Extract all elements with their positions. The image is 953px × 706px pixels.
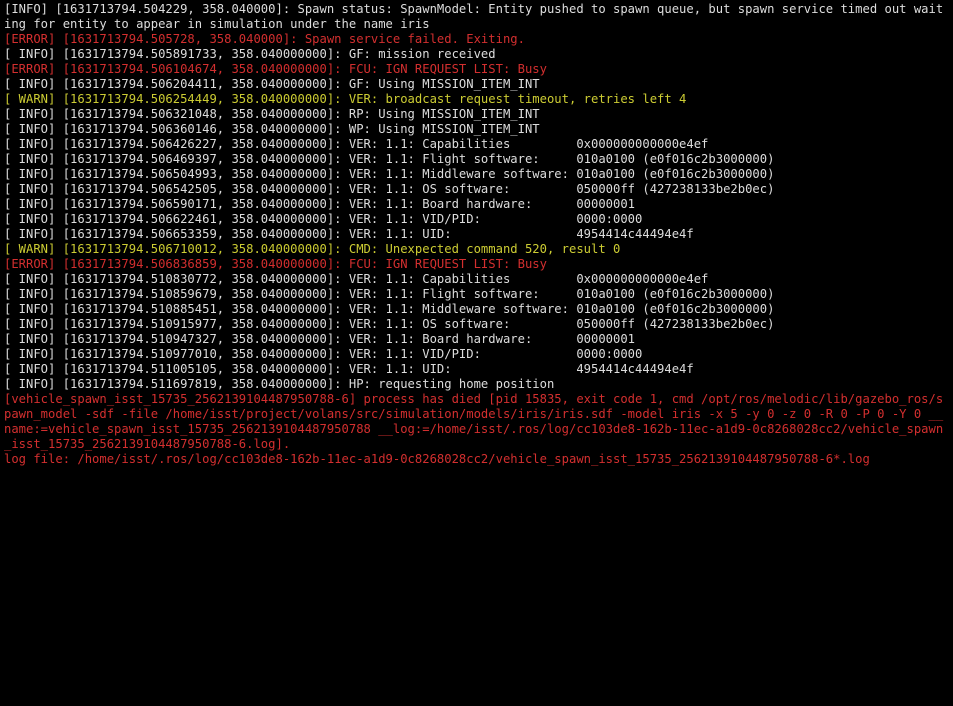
log-line: log file: /home/isst/.ros/log/cc103de8-1…	[4, 452, 949, 467]
log-line: [ INFO] [1631713794.506653359, 358.04000…	[4, 227, 949, 242]
log-line: [ INFO] [1631713794.510885451, 358.04000…	[4, 302, 949, 317]
log-line: [ INFO] [1631713794.506590171, 358.04000…	[4, 197, 949, 212]
log-line: [ INFO] [1631713794.506360146, 358.04000…	[4, 122, 949, 137]
log-line: [ INFO] [1631713794.506469397, 358.04000…	[4, 152, 949, 167]
log-line: [ INFO] [1631713794.510977010, 358.04000…	[4, 347, 949, 362]
terminal-output[interactable]: [INFO] [1631713794.504229, 358.040000]: …	[0, 0, 953, 469]
log-line: [ INFO] [1631713794.511697819, 358.04000…	[4, 377, 949, 392]
log-line: [ INFO] [1631713794.510915977, 358.04000…	[4, 317, 949, 332]
log-line: [INFO] [1631713794.504229, 358.040000]: …	[4, 2, 949, 32]
log-line: [ INFO] [1631713794.506622461, 358.04000…	[4, 212, 949, 227]
log-line: [ WARN] [1631713794.506710012, 358.04000…	[4, 242, 949, 257]
log-line: [vehicle_spawn_isst_15735_25621391044879…	[4, 392, 949, 452]
log-line: [ INFO] [1631713794.506426227, 358.04000…	[4, 137, 949, 152]
log-line: [ WARN] [1631713794.506254449, 358.04000…	[4, 92, 949, 107]
log-line: [ INFO] [1631713794.511005105, 358.04000…	[4, 362, 949, 377]
log-line: [ INFO] [1631713794.506204411, 358.04000…	[4, 77, 949, 92]
log-line: [ INFO] [1631713794.506504993, 358.04000…	[4, 167, 949, 182]
log-line: [ERROR] [1631713794.505728, 358.040000]:…	[4, 32, 949, 47]
log-line: [ERROR] [1631713794.506104674, 358.04000…	[4, 62, 949, 77]
log-line: [ INFO] [1631713794.510830772, 358.04000…	[4, 272, 949, 287]
log-line: [ INFO] [1631713794.510859679, 358.04000…	[4, 287, 949, 302]
log-line: [ INFO] [1631713794.506321048, 358.04000…	[4, 107, 949, 122]
log-line: [ INFO] [1631713794.506542505, 358.04000…	[4, 182, 949, 197]
log-line: [ INFO] [1631713794.510947327, 358.04000…	[4, 332, 949, 347]
log-line: [ERROR] [1631713794.506836859, 358.04000…	[4, 257, 949, 272]
log-line: [ INFO] [1631713794.505891733, 358.04000…	[4, 47, 949, 62]
